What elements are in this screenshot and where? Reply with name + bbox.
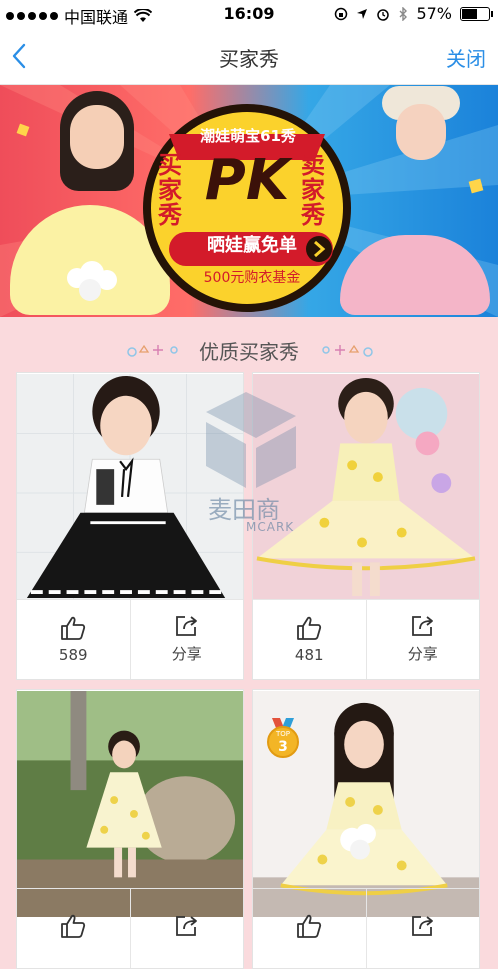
page-title: 买家秀 (219, 47, 279, 71)
top-rank-badge: TOP 3 (267, 718, 299, 758)
alarm-icon (377, 8, 390, 21)
like-count: 481 (294, 645, 324, 664)
like-count: 589 (58, 645, 88, 664)
share-label: 分享 (171, 645, 202, 663)
banner-right-label: 卖家秀 (301, 151, 325, 229)
nav-bar: 买家秀 关闭 (0, 28, 498, 85)
girl-face-right (396, 104, 446, 160)
buyer-photo[interactable] (17, 690, 243, 918)
flower-bouquet-image (67, 261, 117, 301)
banner-cta[interactable]: 晒娃赢免单 (172, 230, 332, 262)
share-label: 分享 (407, 645, 438, 663)
buyer-show-card[interactable] (16, 689, 244, 969)
top-rank-number: 3 (278, 739, 288, 755)
bluetooth-icon (399, 6, 408, 21)
share-button[interactable] (129, 889, 244, 968)
top-rank-label: TOP (275, 730, 290, 738)
share-icon (411, 915, 433, 936)
close-button[interactable]: 关闭 (446, 43, 486, 72)
share-icon (175, 616, 197, 636)
thumbs-up-icon (61, 616, 86, 640)
watermark-logo-icon (206, 392, 296, 488)
thumbs-up-icon (297, 914, 322, 938)
banner-pk: PK (204, 148, 290, 213)
share-button[interactable]: 分享 (365, 600, 480, 679)
thumbs-up-icon (297, 616, 322, 640)
battery-icon (460, 6, 493, 21)
section-title: 优质买家秀 (199, 340, 299, 364)
like-button[interactable]: 589 (17, 600, 130, 679)
card-actions (17, 888, 243, 968)
battery-percent: 57% (416, 4, 452, 23)
orientation-lock-icon (335, 7, 348, 20)
share-icon (411, 616, 433, 636)
like-button[interactable] (253, 889, 366, 968)
location-icon (357, 8, 368, 19)
thumbs-up-icon (61, 914, 86, 938)
card-actions: 589 分享 (17, 599, 243, 679)
girl-face-left (70, 105, 124, 169)
banner-tagline: 潮娃萌宝61秀 (200, 127, 296, 145)
card-actions: 481 分享 (253, 599, 479, 679)
status-bar: 中国联通 16:09 57% (0, 0, 498, 28)
share-button[interactable] (365, 889, 480, 968)
like-button[interactable] (17, 889, 130, 968)
share-icon (175, 915, 197, 936)
sparkle-decoration-icon (322, 344, 373, 357)
card-actions (253, 888, 479, 968)
watermark-subtext: MCARK (246, 520, 295, 534)
banner-reward: 500元购衣基金 (203, 270, 301, 286)
share-button[interactable]: 分享 (129, 600, 244, 679)
like-button[interactable]: 481 (253, 600, 366, 679)
